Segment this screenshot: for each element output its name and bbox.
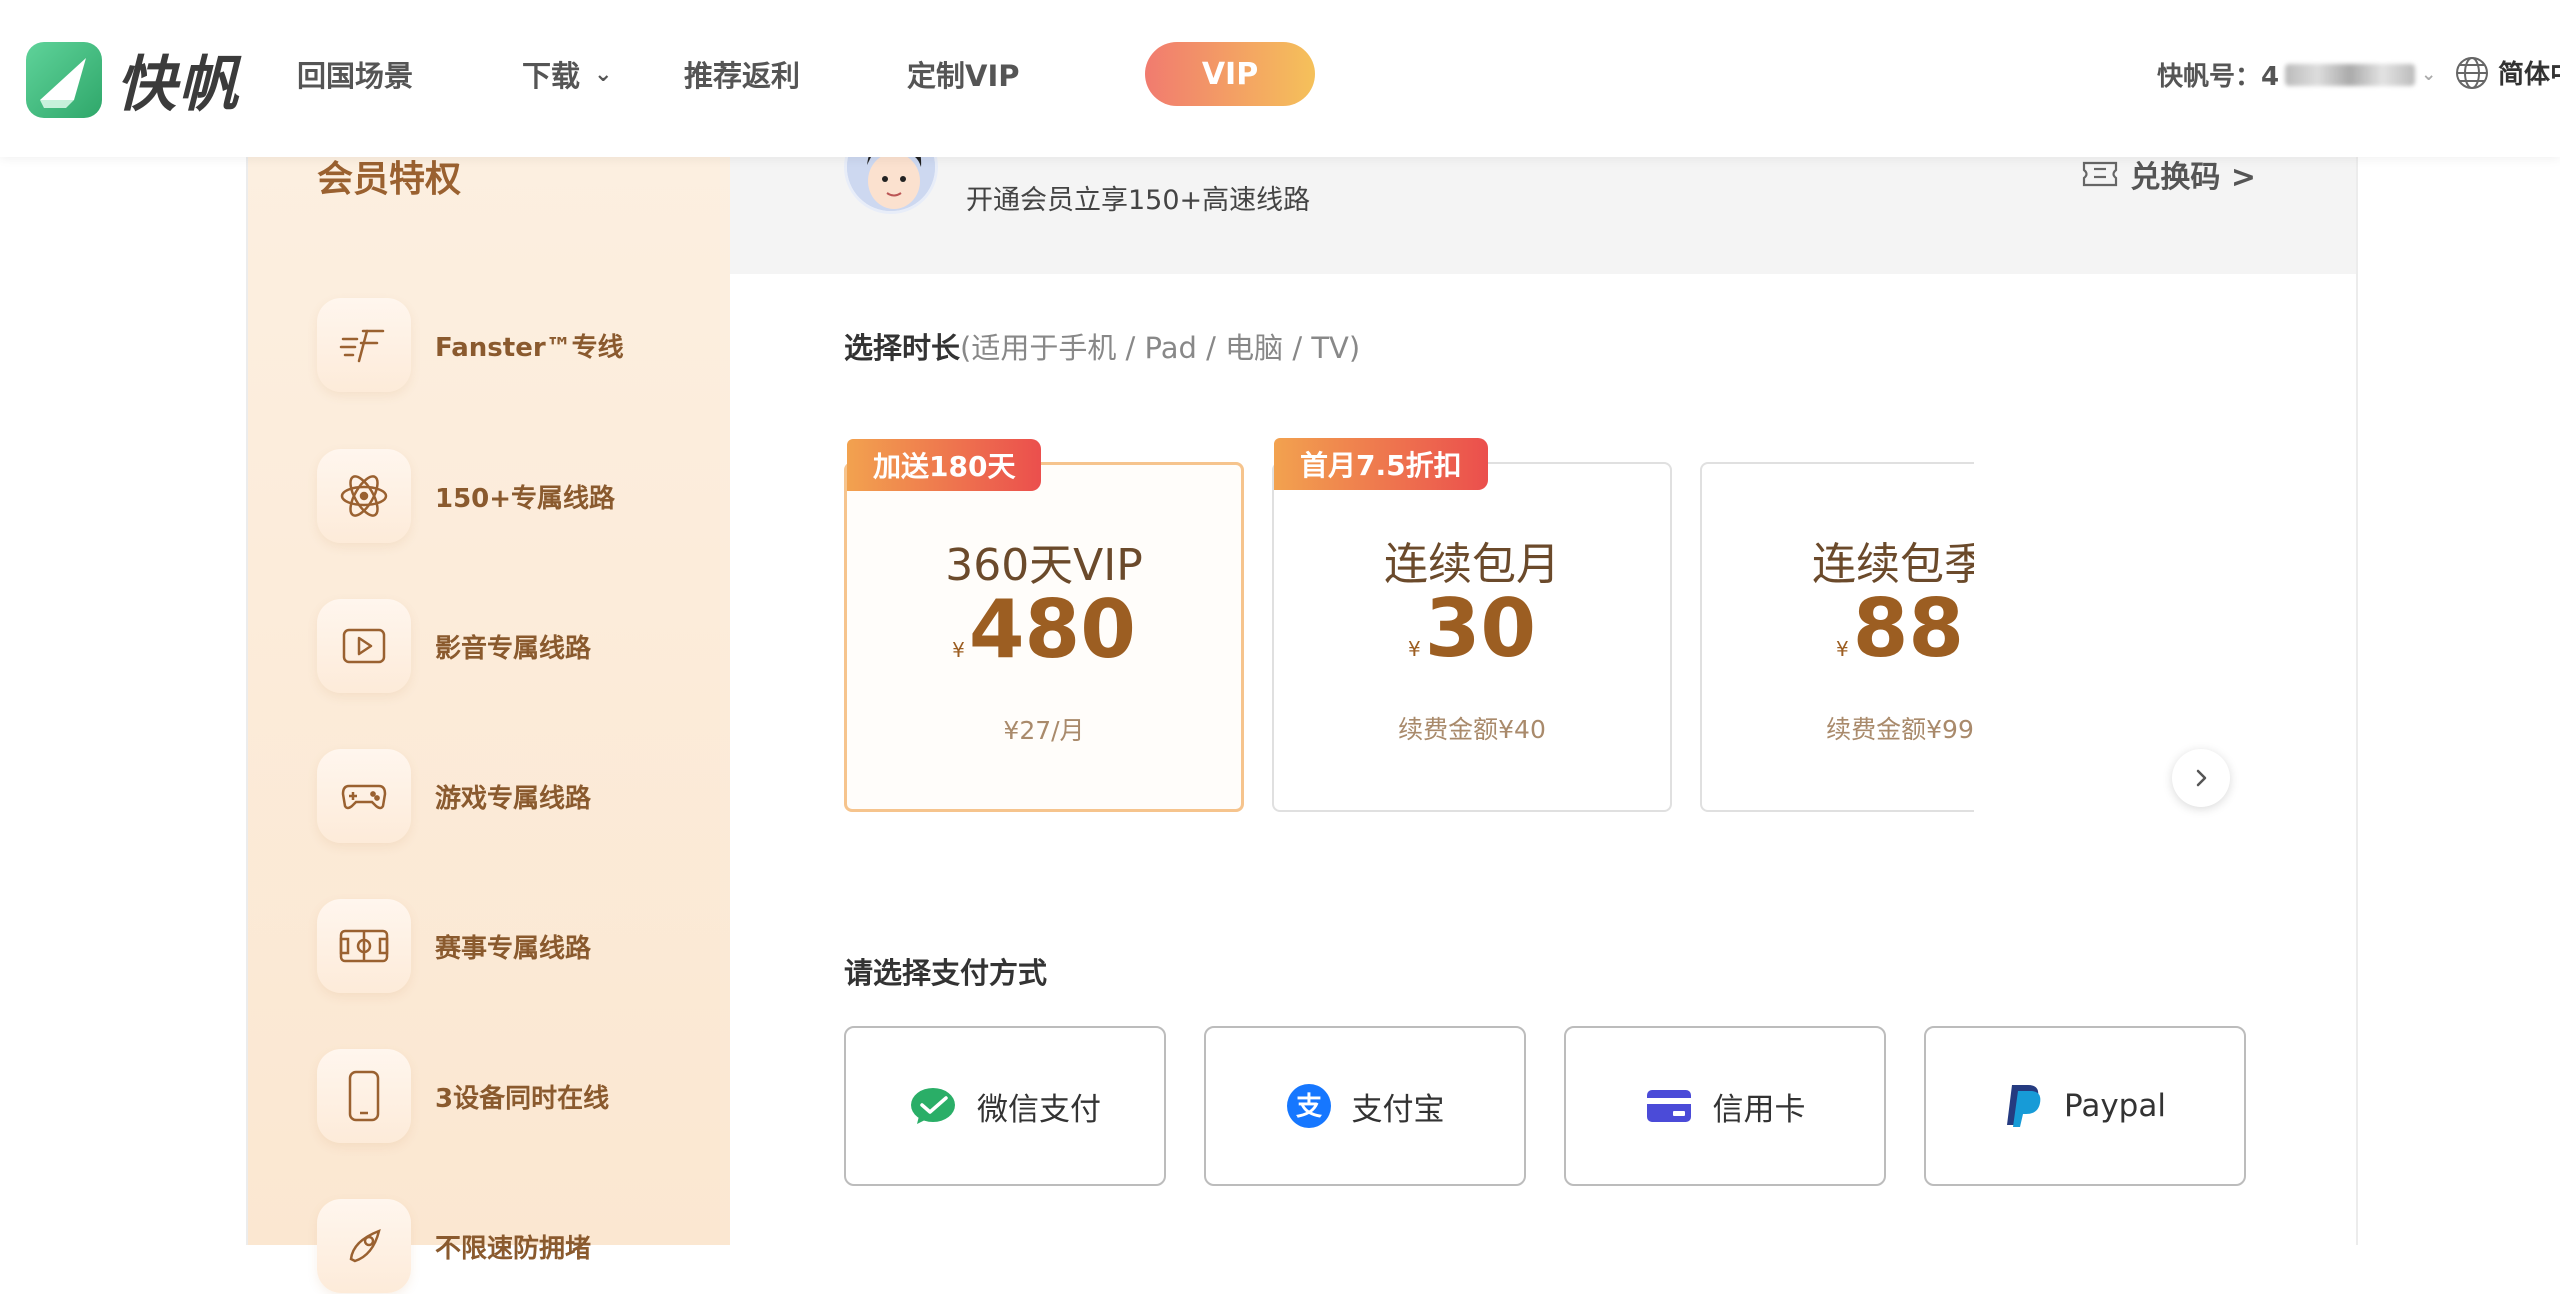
chevron-down-icon: ⌄ [2421, 64, 2437, 85]
perk-label: 游戏专属线路 [435, 783, 592, 814]
currency-symbol: ¥ [952, 638, 965, 662]
perk-item: 150+专属线路 [317, 448, 717, 544]
wechat-pay-icon [909, 1086, 957, 1126]
membership-panel: 会员特权 Fanster™专线 150+专属线路 影音专属线路 游戏专属线路 赛… [246, 120, 2358, 1293]
price-amount: 30 [1424, 582, 1537, 675]
perk-item: 赛事专属线路 [317, 898, 717, 994]
nav-label: 定制VIP [907, 59, 1020, 93]
phone-icon [317, 1049, 411, 1143]
nav-item-home-scene[interactable]: 回国场景 [297, 52, 413, 96]
account-label: 快帆号：4 [2157, 62, 2280, 92]
fanster-icon [317, 298, 411, 392]
plan-note: 续费金额¥99 [1826, 715, 1974, 744]
plan-carousel: 加送180天 360天VIP ¥480 ¥27/月 首月7.5折扣 连续包月 ¥… [844, 432, 1974, 832]
play-icon [317, 599, 411, 693]
plan-card-360-day[interactable]: 加送180天 360天VIP ¥480 ¥27/月 [844, 439, 1244, 812]
nav-item-download[interactable]: 下载 ⌄ [522, 52, 612, 96]
ticket-icon [2083, 161, 2118, 187]
perks-title: 会员特权 [317, 159, 462, 200]
pay-option-credit-card[interactable]: 信用卡 [1564, 1026, 1886, 1186]
pay-option-alipay[interactable]: 支 支付宝 [1204, 1026, 1526, 1186]
duration-title-text: 选择时长 [844, 331, 961, 365]
duration-title: 选择时长(适用于手机 / Pad / 电脑 / TV) [844, 325, 1360, 367]
price-amount: 480 [968, 583, 1136, 676]
perk-item: 游戏专属线路 [317, 748, 717, 844]
perks-sidebar: 会员特权 Fanster™专线 150+专属线路 影音专属线路 游戏专属线路 赛… [248, 150, 730, 1293]
payment-title: 请选择支付方式 [844, 956, 1048, 990]
plan-note: 续费金额¥40 [1398, 715, 1546, 744]
atom-icon [317, 449, 411, 543]
nav-label: 推荐返利 [684, 59, 801, 93]
top-header: 快帆 回国场景 下载 ⌄ 推荐返利 定制VIP VIP 快帆号：4 ⌄ 简体中文 [0, 0, 2560, 157]
perk-item: 3设备同时在线 [317, 1048, 717, 1144]
rocket-icon [317, 1199, 411, 1293]
language-switcher[interactable]: 简体中文 [2454, 54, 2560, 91]
brand-name: 快帆 [116, 50, 240, 120]
plan-price: ¥88 [1702, 582, 1974, 675]
account-menu[interactable]: 快帆号：4 ⌄ [2157, 56, 2436, 93]
chevron-right-icon [2196, 769, 2207, 787]
perk-item: Fanster™专线 [317, 297, 717, 393]
nav-label: 下载 [522, 59, 581, 93]
price-amount: 88 [1852, 582, 1965, 675]
plan-price: ¥30 [1274, 582, 1670, 675]
payment-methods: 微信支付 支 支付宝 信用卡 Paypal [844, 1026, 2246, 1186]
chevron-down-icon: ⌄ [594, 61, 613, 87]
svg-text:支: 支 [1295, 1092, 1321, 1122]
redeem-code-link[interactable]: 兑换码 > [2080, 152, 2256, 196]
perk-label: 不限速防拥堵 [435, 1233, 592, 1264]
carousel-next-button[interactable] [2172, 749, 2230, 807]
brand-logo[interactable]: 快帆 [26, 36, 240, 123]
perk-label: 赛事专属线路 [435, 933, 592, 964]
language-label: 简体中文 [2498, 60, 2560, 90]
pay-label: 信用卡 [1712, 1091, 1806, 1128]
duration-hint: (适用于手机 / Pad / 电脑 / TV) [960, 331, 1361, 365]
vip-button[interactable]: VIP [1145, 42, 1315, 106]
field-icon [317, 899, 411, 993]
plan-card-monthly[interactable]: 首月7.5折扣 连续包月 ¥30 续费金额¥40 [1272, 438, 1672, 812]
currency-symbol: ¥ [1407, 637, 1421, 661]
gamepad-icon [317, 749, 411, 843]
globe-icon [2456, 56, 2488, 89]
brand-logo-icon [26, 41, 102, 118]
nav-item-custom-vip[interactable]: 定制VIP [907, 52, 1020, 96]
alipay-icon: 支 [1286, 1083, 1332, 1129]
perk-label: 150+专属线路 [435, 483, 616, 514]
paypal-icon [2004, 1083, 2044, 1129]
nav-item-referral[interactable]: 推荐返利 [684, 52, 800, 96]
perk-label: 3设备同时在线 [435, 1083, 610, 1114]
redeem-label: 兑换码 > [2130, 160, 2256, 195]
pay-label: 微信支付 [977, 1091, 1101, 1128]
plan-tag: 加送180天 [847, 439, 1042, 491]
masked-account-id [2285, 63, 2416, 86]
pay-label: Paypal [2064, 1088, 2166, 1124]
plan-tag: 首月7.5折扣 [1274, 438, 1488, 490]
purchase-content: 开通会员立享150+高速线路 兑换码 > 选择时长(适用于手机 / Pad / … [730, 120, 2356, 1245]
pay-option-wechat[interactable]: 微信支付 [844, 1026, 1166, 1186]
perk-label: Fanster™专线 [435, 332, 624, 363]
perk-item: 影音专属线路 [317, 598, 717, 694]
plan-card-quarterly[interactable]: 连续包季 ¥88 续费金额¥99 [1700, 462, 1974, 812]
currency-symbol: ¥ [1835, 637, 1849, 661]
pay-option-paypal[interactable]: Paypal [1924, 1026, 2246, 1186]
nav-label: 回国场景 [297, 59, 414, 93]
credit-card-icon [1645, 1086, 1693, 1126]
pay-label: 支付宝 [1351, 1091, 1445, 1128]
user-info-band: 开通会员立享150+高速线路 兑换码 > [730, 120, 2356, 274]
perk-label: 影音专属线路 [435, 633, 592, 664]
user-subtitle: 开通会员立享150+高速线路 [966, 185, 1311, 216]
perk-item: 不限速防拥堵 [317, 1198, 717, 1294]
plan-note: ¥27/月 [1003, 716, 1085, 745]
plan-price: ¥480 [847, 583, 1241, 676]
